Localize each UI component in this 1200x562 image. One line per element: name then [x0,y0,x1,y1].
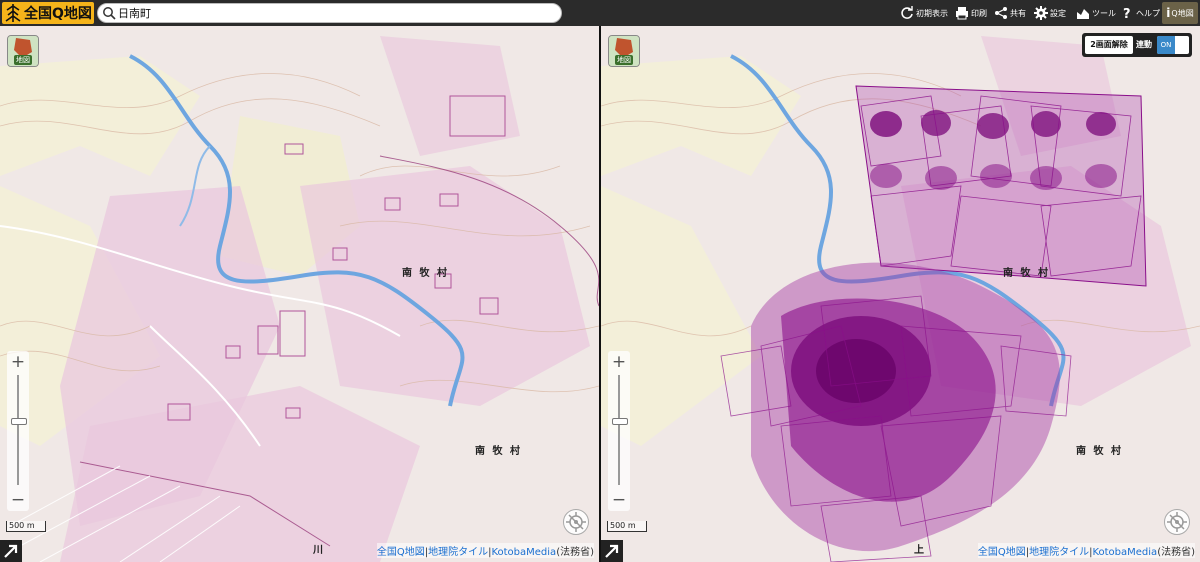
zoom-slider-handle[interactable] [612,418,628,425]
layer-switch-label: 地図 [14,55,32,65]
info-button-label: Q地図 [1171,8,1194,18]
zoom-control: + − [7,351,29,511]
expand-arrow-icon [605,544,619,558]
tools-label: ツール [1092,8,1116,18]
tools-button[interactable]: ツール [1076,3,1116,23]
layer-switch-label: 地図 [615,55,633,65]
print-button[interactable]: 印刷 [955,3,987,23]
expand-arrow-icon [4,544,18,558]
scale-bar: 500 m [6,521,46,532]
scale-bar: 500 m [607,521,647,532]
share-button[interactable]: 共有 [994,3,1026,23]
help-icon: ? [1123,7,1131,20]
layer-switch-button[interactable]: 地図 [608,35,640,67]
layer-switch-button[interactable]: 地図 [7,35,39,67]
attribution-link[interactable]: 地理院タイル [428,547,488,558]
share-icon [995,7,1007,19]
reset-view-label: 初期表示 [916,8,948,18]
attribution-link[interactable]: KotobaMedia [491,547,556,558]
parcel-overlay-north [855,85,1147,287]
print-icon [956,7,968,20]
place-label: 南 牧 村 [1076,446,1123,457]
attribution-link[interactable]: 全国Q地図 [978,547,1026,558]
zoom-out-button[interactable]: − [7,491,29,509]
sync-label: 連動 [1136,40,1152,49]
zoom-in-button[interactable]: + [608,353,630,371]
search-box[interactable] [97,3,562,23]
attribution-license: (法務省) [556,547,594,558]
attribution-link[interactable]: KotobaMedia [1092,547,1157,558]
logo-mark-icon [5,4,21,22]
reset-view-button[interactable]: 初期表示 [900,3,948,23]
info-icon: i [1166,6,1171,20]
zoom-control: + − [608,351,630,511]
search-input[interactable] [118,5,548,21]
attribution-link[interactable]: 全国Q地図 [377,547,425,558]
right-map-pane[interactable]: 地図 2画面解除 連動 ON 南 牧 村 南 牧 村 上 + − 500 m 全… [601,26,1200,562]
locate-button[interactable] [1164,509,1190,535]
left-map-canvas[interactable] [0,26,599,562]
print-label: 印刷 [971,8,987,18]
place-label: 南 牧 村 [475,446,522,457]
gear-icon [1034,6,1048,20]
expand-button[interactable] [0,540,22,562]
help-button[interactable]: ? ヘルプ [1122,3,1160,23]
top-toolbar: 全国Q地図 初期表示 印刷 共有 設定 ツール ? ヘルプ i Q地図 [0,0,1200,26]
svg-text:?: ? [1123,7,1131,20]
info-button[interactable]: i Q地図 [1162,2,1198,24]
locate-button[interactable] [563,509,589,535]
map-attribution: 全国Q地図|地理院タイル|KotobaMedia(法務省) [376,543,594,558]
left-map-pane[interactable]: 地図 南 牧 村 南 牧 村 川 + − 500 m 全国Q地図|地理院タイル|… [0,26,599,562]
settings-label: 設定 [1050,8,1066,18]
attribution-link[interactable]: 地理院タイル [1029,547,1089,558]
tool-icon [1077,9,1089,19]
sync-toggle-state: ON [1157,36,1175,54]
sync-toggle[interactable]: ON [1157,36,1189,54]
app-logo[interactable]: 全国Q地図 [2,2,94,24]
zoom-track[interactable] [618,375,620,485]
place-label: 上 [914,545,926,556]
settings-button[interactable]: 設定 [1034,3,1066,23]
zoom-in-button[interactable]: + [7,353,29,371]
place-label: 南 牧 村 [1003,268,1050,279]
map-attribution: 全国Q地図|地理院タイル|KotobaMedia(法務省) [977,543,1195,558]
zoom-track[interactable] [17,375,19,485]
search-icon [103,7,116,20]
zoom-slider-handle[interactable] [11,418,27,425]
location-off-icon [566,512,586,532]
exit-dual-view-button[interactable]: 2画面解除 [1085,36,1133,54]
attribution-license: (法務省) [1157,547,1195,558]
logo-text: 全国Q地図 [24,6,92,22]
location-off-icon [1167,512,1187,532]
zoom-out-button[interactable]: − [608,491,630,509]
share-label: 共有 [1010,8,1026,18]
dual-map-control: 2画面解除 連動 ON [1082,33,1192,57]
reset-icon [901,6,913,19]
expand-button[interactable] [601,540,623,562]
help-label: ヘルプ [1136,8,1160,18]
place-label: 川 [313,545,325,556]
right-map-canvas[interactable] [601,26,1200,562]
place-label: 南 牧 村 [402,268,449,279]
